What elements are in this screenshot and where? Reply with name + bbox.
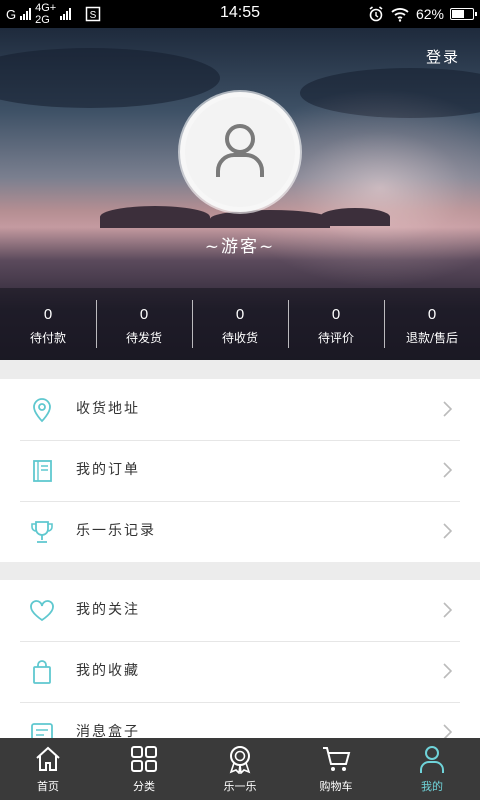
order-book-icon	[33, 460, 52, 482]
tab-cart[interactable]: 购物车	[288, 738, 384, 800]
tab-category[interactable]: 分类	[96, 738, 192, 800]
login-link[interactable]: 登录	[426, 46, 460, 67]
nickname: ~游客~	[204, 237, 276, 257]
chevron-right-icon	[443, 401, 452, 417]
menu-group-personal: 我的关注 我的收藏 消息盒子	[0, 580, 480, 740]
trophy-icon	[31, 521, 53, 543]
alarm-icon	[369, 6, 383, 22]
tab-mine[interactable]: 我的	[384, 738, 480, 800]
stat-count: 0	[331, 306, 341, 323]
location-pin-icon	[33, 398, 51, 423]
tab-home[interactable]: 首页	[0, 738, 96, 800]
stat-count: 0	[139, 306, 149, 323]
chevron-right-icon	[443, 602, 452, 618]
hero-mountain	[210, 210, 330, 228]
menu-label: 乐一乐记录	[76, 523, 156, 539]
tab-label: 乐一乐	[223, 780, 257, 793]
hero-mountain	[320, 208, 390, 226]
user-icon	[420, 746, 444, 773]
status-right: 62%	[368, 0, 477, 28]
cart-icon	[323, 747, 351, 771]
menu-item-favorites[interactable]: 我的收藏	[0, 641, 480, 702]
battery-icon	[450, 8, 477, 20]
stat-pending-payment[interactable]: 0 待付款	[0, 288, 96, 360]
menu-item-address[interactable]: 收货地址	[0, 379, 480, 440]
status-bar: G 4G+ 2G S 14:55 62%	[0, 0, 480, 28]
order-stats: 0 待付款 0 待发货 0 待收货 0 待评价 0 退款/售后	[0, 288, 480, 360]
heart-icon	[30, 600, 54, 622]
menu-label: 收货地址	[76, 401, 140, 417]
tab-label: 购物车	[319, 780, 353, 793]
menu-group-account: 收货地址 我的订单 乐一乐记录	[0, 379, 480, 562]
hero-mountain	[100, 206, 210, 228]
stat-label: 待收货	[221, 331, 258, 345]
message-box-icon	[31, 723, 53, 740]
stat-label: 待付款	[29, 331, 66, 345]
profile-header: 登录 ~游客~ 0 待付款 0 待发货 0 待收货 0 待评价 0 退款/售后	[0, 28, 480, 360]
chevron-right-icon	[443, 462, 452, 478]
user-avatar-icon	[216, 124, 264, 177]
avatar[interactable]	[180, 92, 300, 212]
hero-cloud	[0, 48, 220, 108]
stat-refund[interactable]: 0 退款/售后	[384, 288, 480, 360]
tab-leyile[interactable]: 乐一乐	[192, 738, 288, 800]
stat-count: 0	[235, 306, 245, 323]
stat-label: 待发货	[125, 331, 162, 345]
stat-pending-review[interactable]: 0 待评价	[288, 288, 384, 360]
shopping-bag-icon	[33, 660, 51, 684]
chevron-right-icon	[443, 523, 452, 539]
tab-label: 分类	[133, 780, 155, 793]
chevron-right-icon	[443, 663, 452, 679]
menu-label: 我的订单	[76, 462, 140, 478]
tab-label: 我的	[421, 780, 443, 793]
menu-item-leyile-record[interactable]: 乐一乐记录	[0, 501, 480, 562]
category-grid-icon	[131, 746, 157, 772]
medal-icon	[229, 746, 251, 774]
stat-count: 0	[427, 306, 437, 323]
stat-label: 待评价	[317, 331, 354, 345]
menu-item-orders[interactable]: 我的订单	[0, 440, 480, 501]
stat-pending-shipment[interactable]: 0 待发货	[96, 288, 192, 360]
battery-percent: 62%	[415, 6, 444, 22]
menu-item-messages[interactable]: 消息盒子	[0, 702, 480, 740]
stat-pending-receipt[interactable]: 0 待收货	[192, 288, 288, 360]
menu-label: 我的收藏	[76, 663, 140, 679]
menu-item-follows[interactable]: 我的关注	[0, 580, 480, 641]
tab-label: 首页	[37, 780, 59, 793]
wifi-icon	[391, 8, 409, 22]
bottom-tab-bar: 首页 分类 乐一乐 购物车 我的	[0, 738, 480, 800]
home-icon	[36, 746, 60, 771]
menu-label: 我的关注	[76, 602, 140, 618]
stat-label: 退款/售后	[405, 331, 459, 345]
stat-count: 0	[43, 306, 53, 323]
